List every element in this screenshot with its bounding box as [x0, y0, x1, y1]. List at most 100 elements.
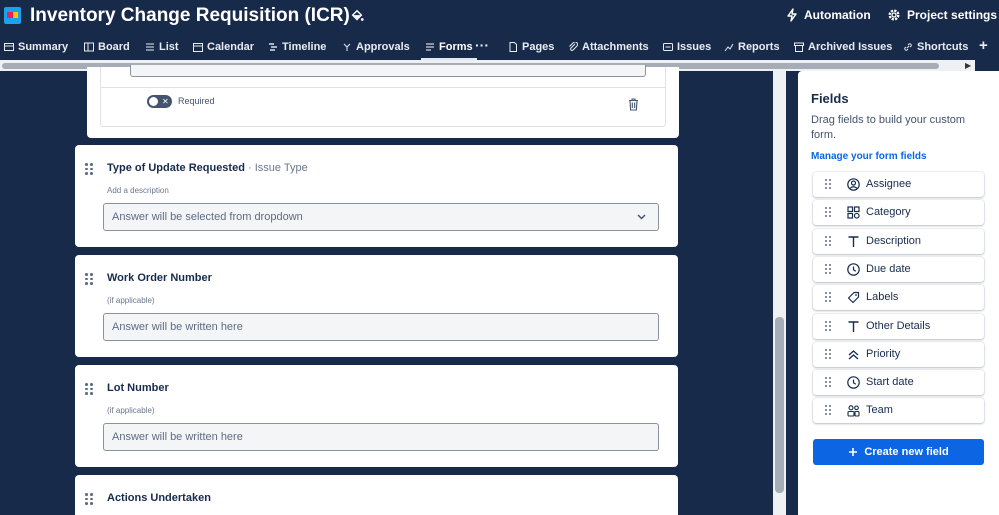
approvals-icon	[343, 43, 351, 51]
field-item-assignee[interactable]: Assignee	[813, 172, 984, 197]
tab-board[interactable]: Board	[84, 37, 130, 57]
person-icon	[847, 178, 860, 191]
answer-text-field[interactable]: Answer will be written here	[103, 423, 659, 451]
drag-handle-icon[interactable]	[825, 179, 833, 191]
toggle-x-icon: ✕	[162, 97, 169, 106]
drag-handle-icon[interactable]	[825, 236, 833, 248]
drag-handle-icon[interactable]	[825, 349, 833, 361]
trash-icon[interactable]	[628, 98, 639, 111]
tag-icon	[847, 291, 860, 304]
question-title: Type of Update Requested · Issue Type	[107, 162, 308, 174]
field-item-team[interactable]: Team	[813, 398, 984, 423]
project-settings-label: Project settings	[907, 8, 998, 22]
create-new-field-button[interactable]: Create new field	[813, 439, 984, 465]
field-label: Due date	[866, 263, 911, 275]
drag-handle-icon[interactable]	[825, 264, 833, 276]
drag-handle-icon[interactable]	[825, 292, 833, 304]
automation-button[interactable]: Automation	[786, 8, 871, 22]
drag-handle-icon[interactable]	[85, 273, 93, 285]
board-icon	[84, 42, 94, 52]
reports-icon	[724, 43, 734, 52]
field-item-due-date[interactable]: Due date	[813, 257, 984, 282]
question-title: Lot Number	[107, 382, 169, 394]
tab-label: Board	[98, 41, 130, 53]
attachment-icon	[569, 42, 578, 51]
field-label: Start date	[866, 376, 914, 388]
tab-shortcuts[interactable]: Shortcuts	[903, 37, 968, 57]
tab-label: Reports	[738, 41, 780, 53]
field-item-description[interactable]: Description	[813, 229, 984, 254]
drag-handle-icon[interactable]	[825, 377, 833, 389]
tab-calendar[interactable]: Calendar	[193, 37, 254, 57]
field-label: Other Details	[866, 320, 931, 332]
tab-approvals[interactable]: Approvals	[342, 37, 410, 57]
timeline-icon	[269, 43, 277, 51]
field-item-labels[interactable]: Labels	[813, 285, 984, 310]
question-description[interactable]: (if applicable)	[107, 406, 155, 415]
tab-attachments[interactable]: Attachments	[568, 37, 649, 57]
question-title-text: Type of Update Requested	[107, 162, 245, 174]
vertical-scrollbar[interactable]	[773, 71, 786, 515]
forms-icon	[426, 43, 434, 51]
field-item-priority[interactable]: Priority	[813, 342, 984, 367]
field-item-category[interactable]: Category	[813, 200, 984, 225]
question-card-work-order-number[interactable]: Work Order Number (if applicable) Answer…	[75, 255, 678, 357]
project-tabs: Summary Board List Calendar Timeline App…	[0, 35, 999, 60]
fields-panel: Fields Drag fields to build your custom …	[798, 71, 999, 515]
tab-issues[interactable]: Issues	[663, 37, 711, 57]
required-toggle[interactable]: ✕	[147, 95, 172, 108]
drag-handle-icon[interactable]	[85, 493, 93, 505]
tab-label: Summary	[18, 41, 69, 53]
tab-label: Pages	[522, 41, 555, 53]
tab-more-button[interactable]: ···	[475, 35, 489, 55]
lightning-icon	[787, 8, 797, 22]
tab-forms[interactable]: Forms	[421, 37, 477, 60]
field-label: Description	[866, 235, 922, 247]
question-card-actions-undertaken[interactable]: Actions Undertaken	[75, 475, 678, 515]
drag-handle-icon[interactable]	[85, 383, 93, 395]
drag-handle-icon[interactable]	[825, 321, 833, 333]
question-description[interactable]: (if applicable)	[107, 296, 155, 305]
question-title: Actions Undertaken	[107, 492, 211, 504]
tab-label: Issues	[677, 41, 712, 53]
field-item-start-date[interactable]: Start date	[813, 370, 984, 395]
vertical-scrollbar-thumb[interactable]	[775, 317, 784, 493]
tab-list[interactable]: List	[145, 37, 179, 57]
question-card-type-of-update[interactable]: Type of Update Requested · Issue Type Ad…	[75, 145, 678, 247]
add-tab-button[interactable]: +	[979, 35, 988, 55]
tab-summary[interactable]: Summary	[4, 37, 68, 57]
drag-handle-icon[interactable]	[825, 207, 833, 219]
answer-text-field[interactable]: Answer will be written here	[103, 313, 659, 341]
answer-field-partial[interactable]	[130, 65, 646, 77]
tab-label: Forms	[439, 41, 473, 53]
project-title: Inventory Change Requisition (ICR)	[30, 5, 350, 26]
page-icon	[509, 42, 517, 52]
tab-label: Shortcuts	[917, 41, 969, 53]
fields-panel-description: Drag fields to build your custom form.	[811, 114, 966, 141]
answer-placeholder: Answer will be written here	[112, 321, 243, 333]
drag-handle-icon[interactable]	[85, 163, 93, 175]
drag-handle-icon[interactable]	[825, 405, 833, 417]
link-icon	[904, 43, 912, 51]
scroll-right-arrow-icon[interactable]: ▶	[965, 62, 971, 70]
project-logo-icon[interactable]	[4, 7, 21, 24]
priority-icon	[848, 350, 859, 360]
manage-form-fields-link[interactable]: Manage your form fields	[811, 151, 927, 162]
tab-timeline[interactable]: Timeline	[268, 37, 326, 57]
fields-panel-title: Fields	[811, 91, 849, 106]
tab-reports[interactable]: Reports	[724, 37, 780, 57]
tab-label: Calendar	[207, 41, 255, 53]
project-settings-button[interactable]: Project settings	[887, 8, 997, 22]
tab-archived-issues[interactable]: Archived Issues	[794, 37, 892, 57]
list-icon	[146, 43, 154, 51]
gear-icon	[888, 9, 900, 21]
text-icon	[848, 236, 859, 247]
field-item-other-details[interactable]: Other Details	[813, 314, 984, 339]
paint-bucket-icon[interactable]	[350, 9, 364, 23]
tab-pages[interactable]: Pages	[508, 37, 554, 57]
question-description[interactable]: Add a description	[107, 186, 169, 195]
field-label: Assignee	[866, 178, 912, 190]
archive-icon	[794, 42, 804, 52]
answer-dropdown[interactable]: Answer will be selected from dropdown	[103, 203, 659, 231]
question-card-lot-number[interactable]: Lot Number (if applicable) Answer will b…	[75, 365, 678, 467]
